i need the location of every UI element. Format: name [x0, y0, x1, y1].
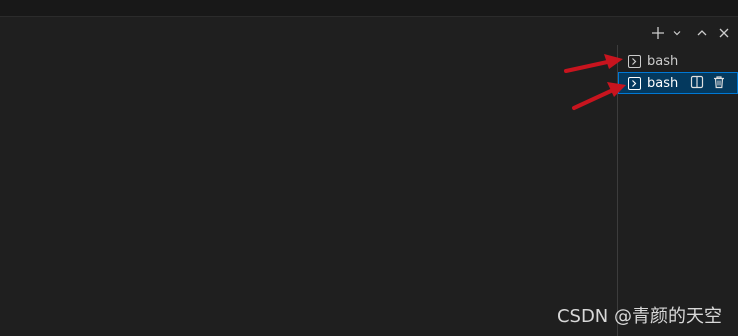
plus-icon[interactable]: [650, 25, 666, 41]
chevron-down-icon[interactable]: [672, 25, 682, 41]
terminal-output-area[interactable]: [0, 17, 617, 336]
top-strip: [0, 0, 738, 17]
close-icon[interactable]: [716, 25, 732, 41]
terminal-tabs-list: bash bash: [618, 50, 738, 94]
terminal-tab-label: bash: [647, 53, 679, 69]
watermark: CSDN @青颜的天空: [556, 306, 722, 327]
terminal-tab-label: bash: [647, 75, 679, 91]
terminal-tab-1[interactable]: bash: [618, 50, 738, 72]
tab-actions: [690, 75, 726, 89]
chevron-up-icon[interactable]: [694, 25, 710, 41]
annotation-arrows: [564, 54, 626, 110]
trash-icon[interactable]: [712, 75, 726, 89]
terminal-tab-2[interactable]: bash: [618, 72, 738, 94]
terminal-panel-toolbar: [650, 24, 732, 42]
split-terminal-icon[interactable]: [690, 75, 704, 89]
